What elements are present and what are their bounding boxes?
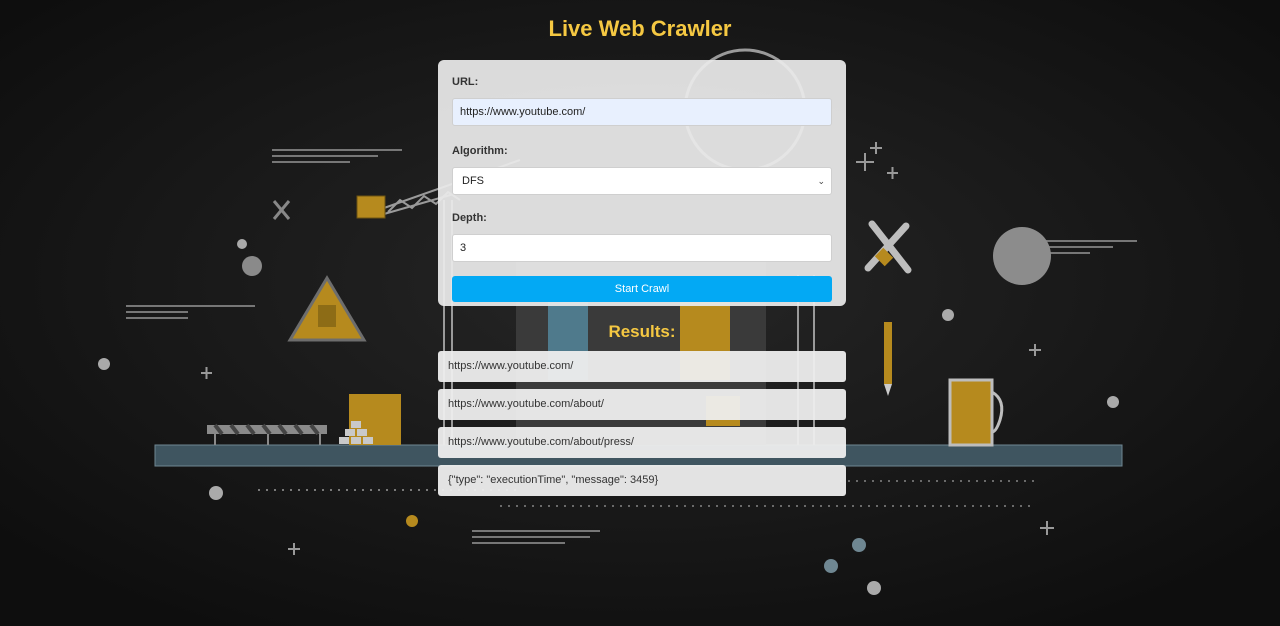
result-item: {"type": "executionTime", "message": 345… (438, 465, 846, 496)
url-input[interactable] (452, 98, 832, 126)
results-title: Results: (608, 322, 676, 341)
result-item: https://www.youtube.com/about/press/ (438, 427, 846, 458)
depth-input[interactable] (452, 234, 832, 262)
result-item: https://www.youtube.com/ (438, 351, 846, 382)
algorithm-select[interactable]: DFS ⌄ (452, 167, 832, 195)
url-label: URL: (452, 76, 479, 88)
result-item: https://www.youtube.com/about/ (438, 389, 846, 420)
start-crawl-button[interactable]: Start Crawl (452, 276, 832, 302)
algorithm-selected-value: DFS (462, 175, 484, 187)
crawl-form: URL: Algorithm: DFS ⌄ Depth: Start Crawl (438, 60, 846, 306)
chevron-down-icon: ⌄ (817, 176, 825, 186)
depth-label: Depth: (452, 212, 487, 224)
algorithm-label: Algorithm: (452, 145, 508, 157)
page-title: Live Web Crawler (548, 16, 732, 41)
